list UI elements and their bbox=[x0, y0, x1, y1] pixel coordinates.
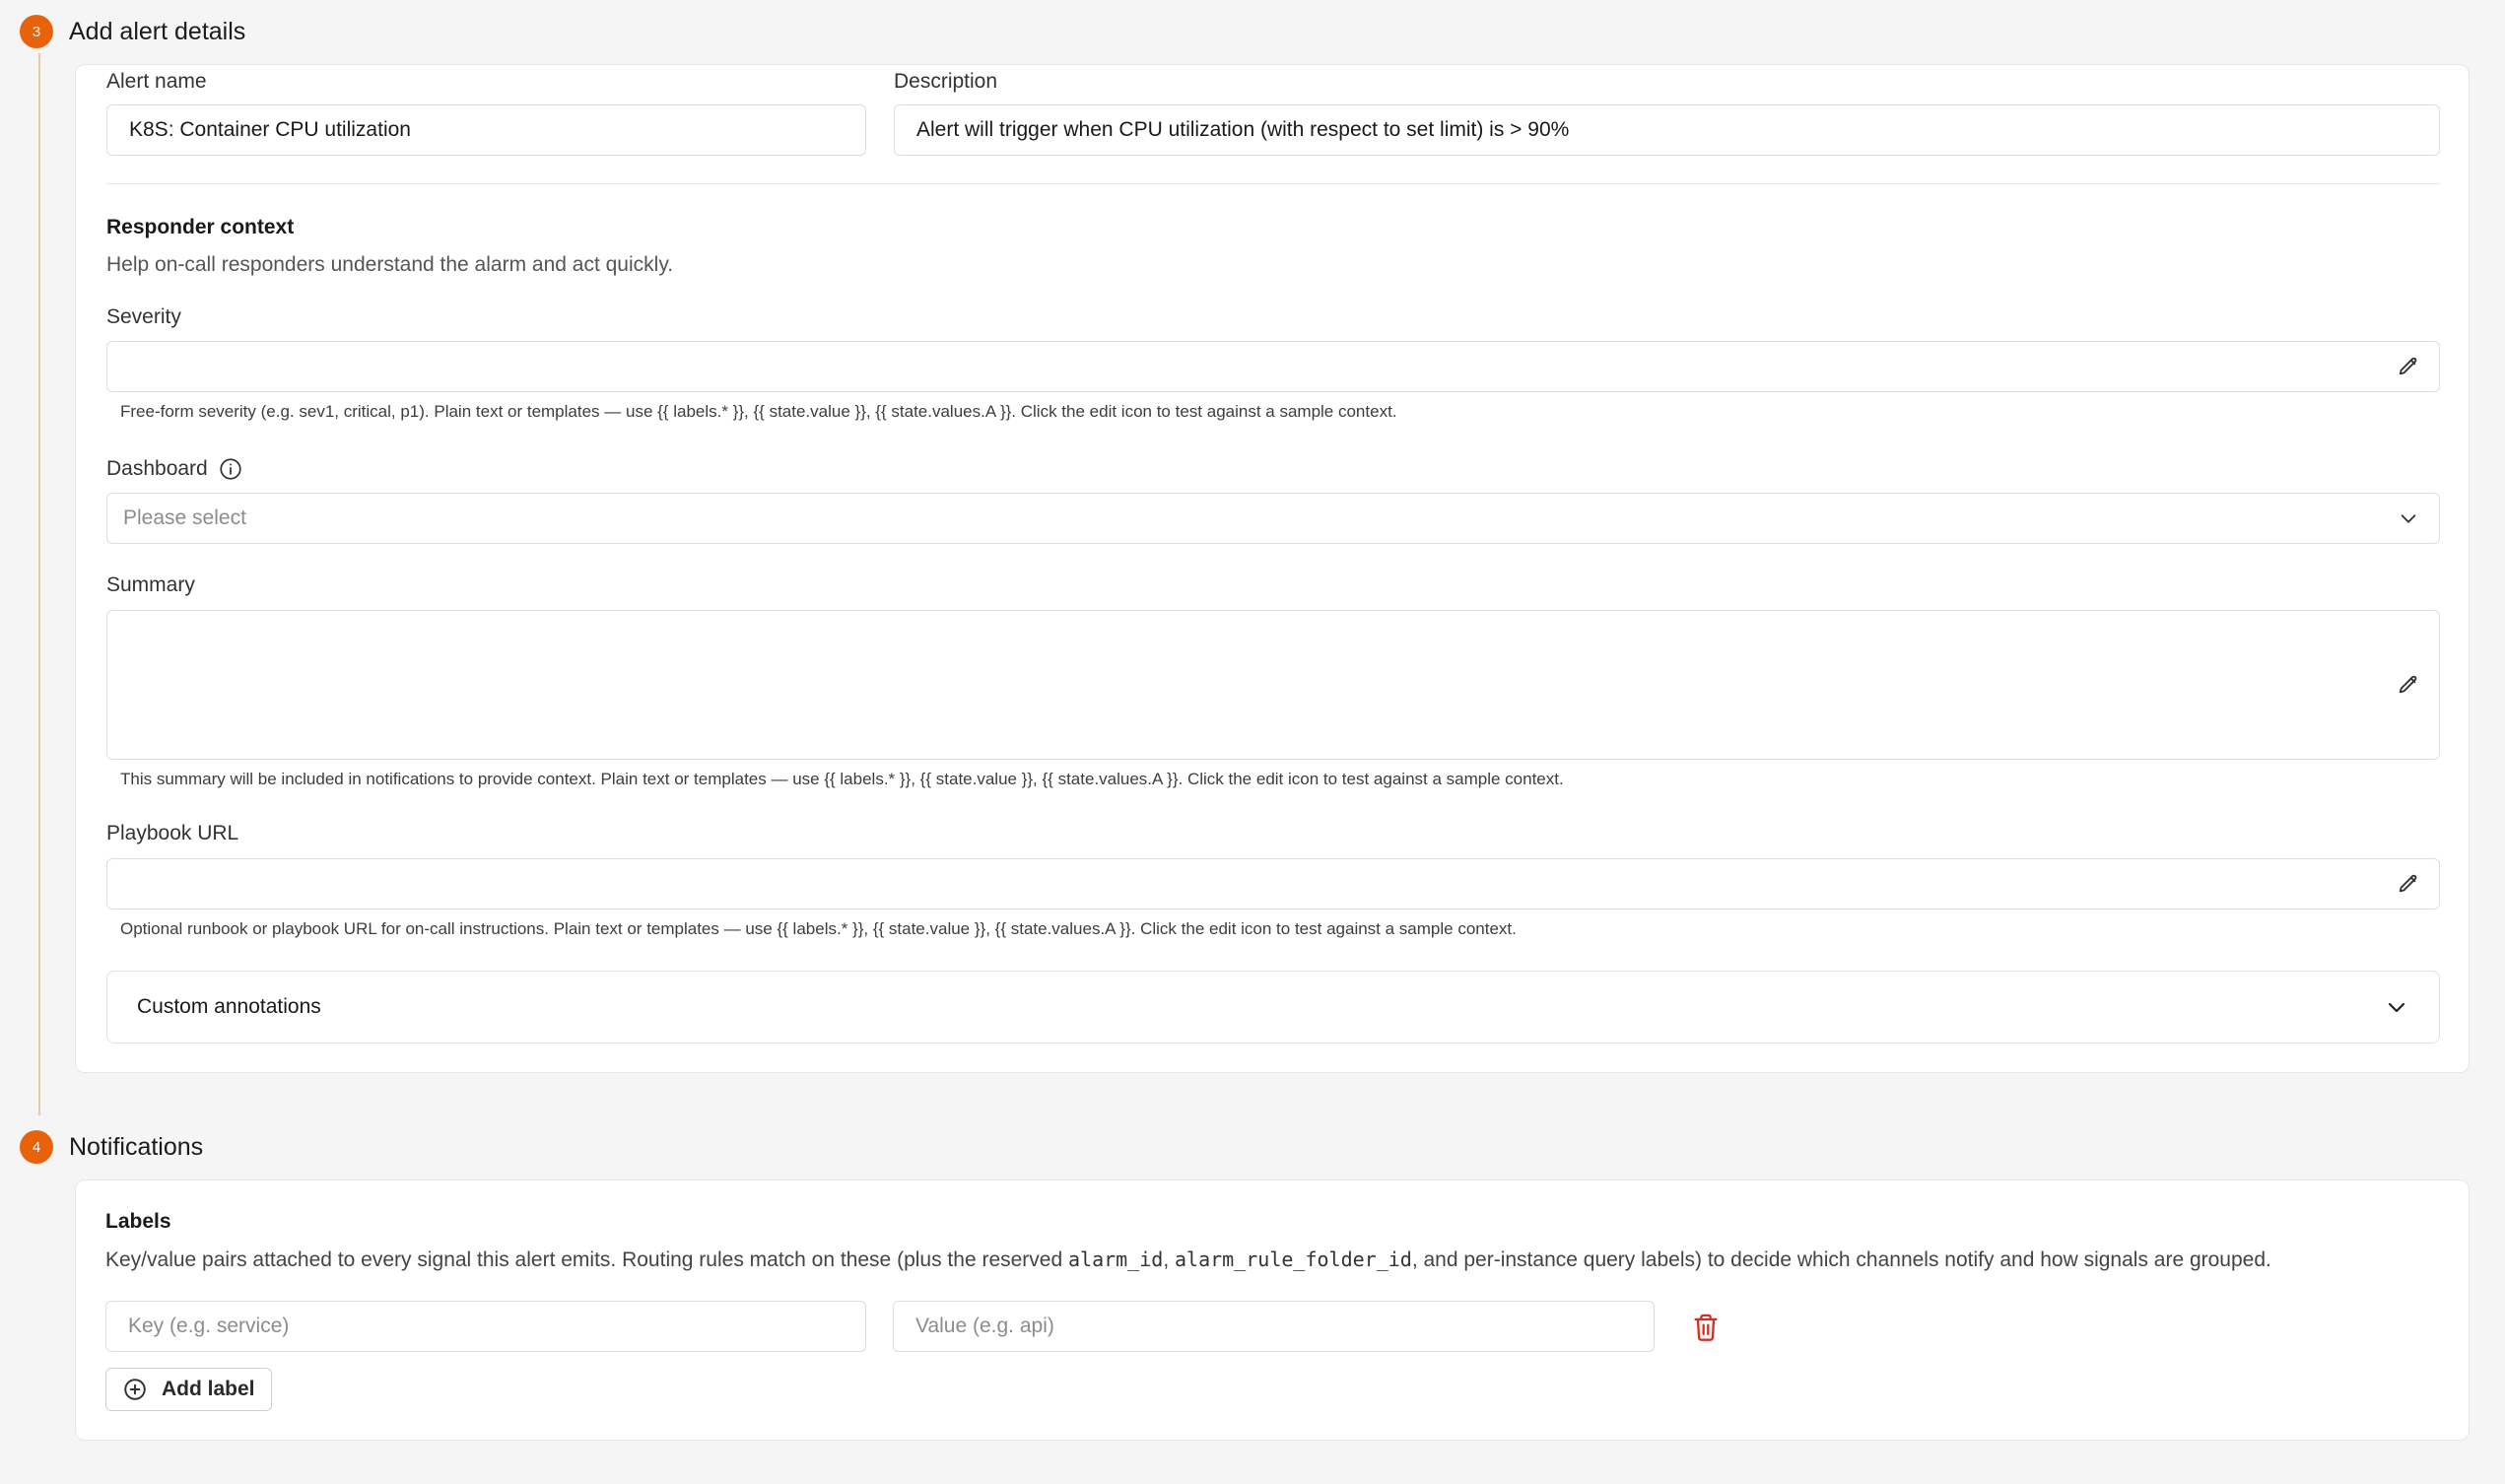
add-label-button[interactable]: Add label bbox=[105, 1368, 272, 1411]
pencil-icon[interactable] bbox=[2396, 871, 2421, 897]
step-3-title: Add alert details bbox=[69, 18, 246, 45]
code-alarm-id: alarm_id bbox=[1068, 1248, 1164, 1271]
step-4-badge: 4 bbox=[20, 1130, 53, 1164]
section-divider bbox=[106, 183, 2440, 184]
step-3-badge: 3 bbox=[20, 15, 53, 48]
alert-name-input[interactable]: K8S: Container CPU utilization bbox=[106, 104, 866, 156]
plus-circle-icon bbox=[122, 1377, 148, 1402]
alert-rule-form: 3 Add alert details Alert name K8S: Cont… bbox=[0, 0, 2505, 1484]
responder-context-title: Responder context bbox=[106, 216, 295, 238]
label-key-placeholder: Key (e.g. service) bbox=[128, 1315, 290, 1337]
pencil-icon[interactable] bbox=[2396, 672, 2421, 698]
playbook-help-text: Optional runbook or playbook URL for on-… bbox=[120, 919, 1517, 938]
playbook-url-input[interactable] bbox=[106, 858, 2440, 910]
responder-context-subtitle: Help on-call responders understand the a… bbox=[106, 253, 674, 276]
add-label-text: Add label bbox=[162, 1378, 255, 1400]
labels-desc-text-2: , and per-instance query labels) to deci… bbox=[1411, 1248, 2271, 1271]
alert-name-label: Alert name bbox=[106, 70, 207, 93]
label-value-placeholder: Value (e.g. api) bbox=[915, 1315, 1054, 1337]
labels-desc-separator: , bbox=[1163, 1248, 1175, 1271]
dashboard-select[interactable]: Please select bbox=[106, 493, 2440, 544]
severity-input[interactable] bbox=[106, 341, 2440, 392]
labels-title: Labels bbox=[105, 1210, 171, 1233]
summary-label: Summary bbox=[106, 573, 195, 596]
description-input[interactable]: Alert will trigger when CPU utilization … bbox=[894, 104, 2440, 156]
dashboard-label: Dashboard bbox=[106, 457, 208, 480]
custom-annotations-label: Custom annotations bbox=[137, 995, 321, 1018]
step-4-title: Notifications bbox=[69, 1133, 204, 1161]
summary-textarea[interactable] bbox=[106, 610, 2440, 760]
description-label: Description bbox=[894, 70, 998, 93]
labels-desc-text-1: Key/value pairs attached to every signal… bbox=[105, 1248, 1068, 1271]
notifications-card: Labels Key/value pairs attached to every… bbox=[75, 1180, 2470, 1441]
step-timeline-line bbox=[38, 53, 40, 1115]
summary-help-text: This summary will be included in notific… bbox=[120, 770, 1564, 788]
alert-details-card: Alert name K8S: Container CPU utilizatio… bbox=[75, 64, 2470, 1073]
chevron-down-icon bbox=[2396, 506, 2421, 531]
chevron-down-icon bbox=[2384, 994, 2409, 1020]
trash-icon[interactable] bbox=[1692, 1313, 1720, 1342]
playbook-label: Playbook URL bbox=[106, 822, 239, 844]
label-key-input[interactable]: Key (e.g. service) bbox=[105, 1301, 866, 1352]
pencil-icon[interactable] bbox=[2396, 354, 2421, 379]
alert-name-value: K8S: Container CPU utilization bbox=[129, 118, 411, 141]
custom-annotations-accordion[interactable]: Custom annotations bbox=[106, 971, 2440, 1044]
dashboard-placeholder: Please select bbox=[123, 506, 246, 529]
label-value-input[interactable]: Value (e.g. api) bbox=[893, 1301, 1655, 1352]
code-alarm-rule-folder-id: alarm_rule_folder_id bbox=[1175, 1248, 1412, 1271]
severity-help-text: Free-form severity (e.g. sev1, critical,… bbox=[120, 402, 1397, 421]
labels-description: Key/value pairs attached to every signal… bbox=[105, 1248, 2271, 1272]
severity-label: Severity bbox=[106, 305, 181, 328]
dashboard-label-row: Dashboard bbox=[106, 456, 243, 482]
description-value: Alert will trigger when CPU utilization … bbox=[916, 118, 1570, 141]
info-icon[interactable] bbox=[218, 456, 243, 482]
